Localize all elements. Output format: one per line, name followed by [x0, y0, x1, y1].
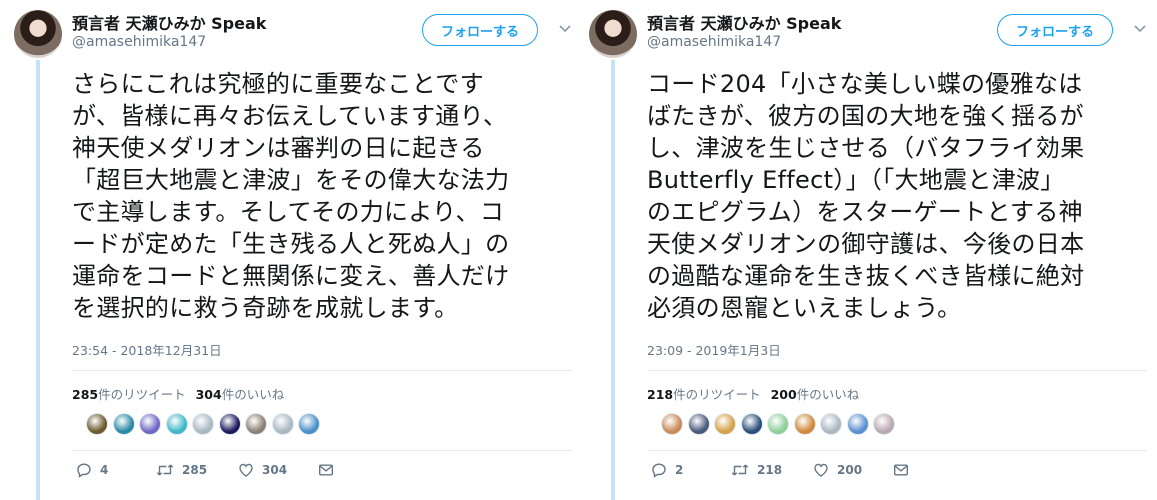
- tweet-timestamp[interactable]: 23:09 - 2019年1月3日: [647, 340, 781, 359]
- author-name[interactable]: 預言者 天瀬ひみか Speak: [647, 10, 841, 34]
- like-button[interactable]: 200: [813, 462, 893, 478]
- retweet-icon: [731, 464, 749, 476]
- like-stat[interactable]: 200件のいいね: [771, 387, 860, 402]
- like-label: 件のいいね: [796, 387, 860, 402]
- liker-avatar[interactable]: [271, 413, 294, 435]
- reply-count: 4: [100, 463, 109, 477]
- liker-avatars: [661, 413, 900, 435]
- liker-avatar[interactable]: [245, 413, 267, 435]
- retweet-stat[interactable]: 218件のリツイート: [647, 387, 761, 402]
- heart-icon: [814, 463, 828, 477]
- like-count: 304: [262, 463, 288, 477]
- retweet-label: 件のリツイート: [673, 387, 761, 402]
- like-stat[interactable]: 304件のいいね: [196, 387, 285, 402]
- liker-avatar[interactable]: [192, 413, 214, 435]
- tweet-card: 預言者 天瀬ひみか Speak @amasehimika147 フォローする コ…: [585, 0, 1157, 500]
- tweet-card: 預言者 天瀬ひみか Speak @amasehimika147 フォローする さ…: [10, 0, 582, 500]
- engagement-stats: 285件のリツイート 304件のいいね: [72, 384, 284, 403]
- envelope-icon: [894, 464, 909, 476]
- reply-icon: [652, 463, 666, 478]
- liker-avatars: [86, 413, 325, 435]
- divider: [72, 370, 572, 371]
- liker-avatar[interactable]: [112, 413, 135, 435]
- like-count: 200: [837, 463, 863, 477]
- message-button[interactable]: [893, 462, 909, 478]
- engagement-stats: 218件のリツイート 200件のいいね: [647, 384, 859, 403]
- liker-avatar[interactable]: [714, 413, 736, 435]
- heart-icon: [239, 463, 253, 477]
- liker-avatar[interactable]: [820, 413, 842, 435]
- follow-button[interactable]: フォローする: [997, 14, 1113, 46]
- divider: [72, 450, 572, 451]
- retweet-count: 285: [182, 463, 208, 477]
- envelope-icon: [319, 464, 334, 476]
- retweet-count: 285: [72, 387, 99, 402]
- action-bar: 4 285 304: [76, 462, 334, 478]
- divider: [647, 450, 1147, 451]
- liker-avatar[interactable]: [846, 413, 869, 435]
- retweet-label: 件のリツイート: [98, 387, 186, 402]
- reply-icon: [77, 463, 91, 478]
- liker-avatar[interactable]: [873, 413, 895, 435]
- author-name[interactable]: 預言者 天瀬ひみか Speak: [72, 10, 266, 34]
- avatar[interactable]: [589, 10, 637, 58]
- liker-avatar[interactable]: [86, 413, 108, 435]
- author-handle[interactable]: @amasehimika147: [647, 34, 781, 50]
- like-button[interactable]: 304: [238, 462, 318, 478]
- chevron-down-icon[interactable]: [1133, 22, 1147, 36]
- retweet-count: 218: [757, 463, 783, 477]
- divider: [647, 370, 1147, 371]
- tweet-text: コード204「小さな美しい蝶の優雅なは ばたきが、彼方の国の大地を強く揺るが し…: [647, 70, 1085, 322]
- author-handle[interactable]: @amasehimika147: [72, 34, 206, 50]
- liker-avatar[interactable]: [298, 413, 320, 435]
- reply-button[interactable]: 2: [651, 462, 731, 478]
- retweet-stat[interactable]: 285件のリツイート: [72, 387, 186, 402]
- thread-line: [36, 60, 40, 500]
- retweet-icon: [156, 464, 174, 476]
- tweet-timestamp[interactable]: 23:54 - 2018年12月31日: [72, 340, 222, 359]
- liker-avatar[interactable]: [793, 413, 816, 435]
- retweet-button[interactable]: 285: [156, 462, 238, 478]
- tweet-text: さらにこれは究極的に重要なことです が、皆様に再々お伝えしています通り、 神天使…: [72, 70, 510, 322]
- retweet-button[interactable]: 218: [731, 462, 813, 478]
- like-count: 304: [195, 387, 222, 402]
- reply-count: 2: [675, 463, 684, 477]
- message-button[interactable]: [318, 462, 334, 478]
- like-label: 件のいいね: [221, 387, 285, 402]
- retweet-count: 218: [647, 387, 674, 402]
- liker-avatar[interactable]: [218, 413, 241, 435]
- liker-avatar[interactable]: [661, 413, 683, 435]
- liker-avatar[interactable]: [139, 413, 161, 435]
- reply-button[interactable]: 4: [76, 462, 156, 478]
- like-count: 200: [770, 387, 797, 402]
- follow-button[interactable]: フォローする: [422, 14, 538, 46]
- liker-avatar[interactable]: [740, 413, 763, 435]
- action-bar: 2 218 200: [651, 462, 909, 478]
- liker-avatar[interactable]: [767, 413, 789, 435]
- liker-avatar[interactable]: [165, 413, 188, 435]
- thread-line: [611, 60, 615, 500]
- liker-avatar[interactable]: [687, 413, 710, 435]
- avatar[interactable]: [14, 10, 62, 58]
- chevron-down-icon[interactable]: [558, 22, 572, 36]
